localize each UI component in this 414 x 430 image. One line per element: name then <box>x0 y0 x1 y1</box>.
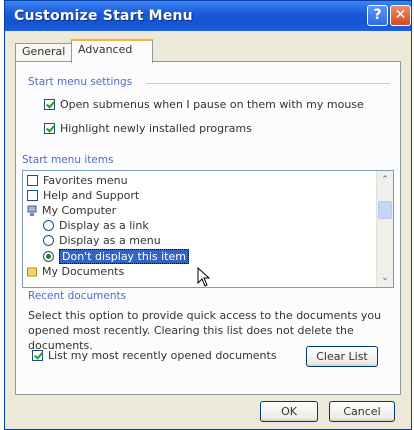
window-title: Customize Start Menu <box>14 8 193 24</box>
list-recent-documents-label: List my most recently opened documents <box>48 349 277 362</box>
list-item-label: My Computer <box>42 204 117 217</box>
customize-start-menu-dialog: Customize Start Menu ? ✕ General Advance… <box>4 0 412 430</box>
list-recent-documents-option[interactable]: List my most recently opened documents <box>32 349 277 362</box>
highlight-programs-label: Highlight newly installed programs <box>60 122 252 135</box>
start-menu-settings-label: Start menu settings <box>28 76 133 88</box>
open-submenus-label: Open submenus when I pause on them with … <box>60 98 364 111</box>
ok-button[interactable]: OK <box>260 401 318 422</box>
list-item-label: Display as a menu <box>59 234 161 247</box>
display-as-link-radio[interactable] <box>43 220 54 231</box>
list-scrollbar[interactable]: ⌃ ⌄ <box>376 171 393 287</box>
open-submenus-option[interactable]: Open submenus when I pause on them with … <box>44 98 364 111</box>
list-item[interactable]: Display as a link <box>43 219 149 232</box>
close-button[interactable]: ✕ <box>390 5 411 26</box>
group-divider <box>146 83 390 84</box>
clear-list-button[interactable]: Clear List <box>306 346 378 367</box>
scroll-up-icon[interactable]: ⌃ <box>379 173 391 187</box>
start-menu-items-label: Start menu items <box>22 154 114 166</box>
list-item: My Computer <box>27 204 116 217</box>
tab-advanced[interactable]: Advanced <box>71 39 153 63</box>
recent-documents-label: Recent documents <box>28 290 127 302</box>
list-item-label: Favorites menu <box>43 174 128 187</box>
list-item[interactable]: Display as a menu <box>43 234 161 247</box>
mouse-pointer-icon <box>197 267 211 287</box>
scroll-thumb[interactable] <box>378 201 392 219</box>
list-item-label: Help and Support <box>43 189 140 202</box>
highlight-programs-checkbox[interactable] <box>44 123 55 134</box>
cancel-button[interactable]: Cancel <box>329 401 395 422</box>
folder-icon <box>27 267 37 276</box>
list-item[interactable]: Favorites menu <box>27 174 128 187</box>
help-and-support-checkbox[interactable] <box>27 190 38 201</box>
list-item[interactable]: Don't display this item <box>43 249 189 264</box>
favorites-menu-checkbox[interactable] <box>27 175 38 186</box>
list-item-label: My Documents <box>42 265 125 278</box>
computer-icon <box>27 205 37 216</box>
list-item[interactable]: Help and Support <box>27 189 139 202</box>
scroll-down-icon[interactable]: ⌄ <box>379 271 391 285</box>
list-item-label: Don't display this item <box>59 249 189 264</box>
help-button[interactable]: ? <box>367 5 388 26</box>
list-recent-documents-checkbox[interactable] <box>32 350 43 361</box>
advanced-tab-panel: Start menu settings Open submenus when I… <box>15 61 401 395</box>
display-as-menu-radio[interactable] <box>43 235 54 246</box>
list-item-label: Display as a link <box>59 219 149 232</box>
tab-general[interactable]: General <box>15 43 79 62</box>
highlight-programs-option[interactable]: Highlight newly installed programs <box>44 122 252 135</box>
dont-display-radio[interactable] <box>43 251 54 262</box>
list-item: My Documents <box>27 265 124 278</box>
open-submenus-checkbox[interactable] <box>44 99 55 110</box>
title-bar[interactable]: Customize Start Menu ? ✕ <box>5 1 411 31</box>
